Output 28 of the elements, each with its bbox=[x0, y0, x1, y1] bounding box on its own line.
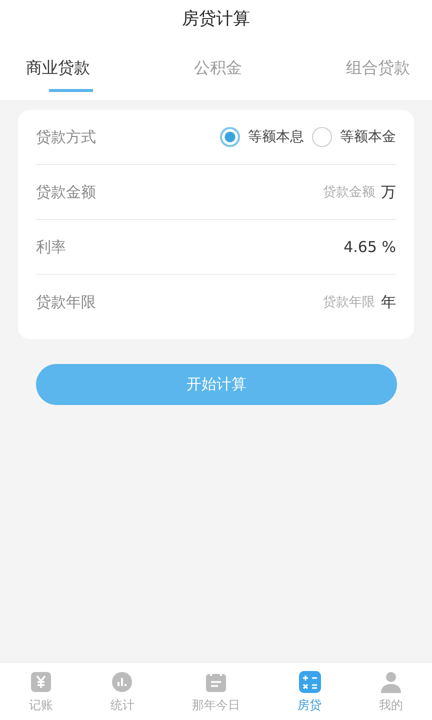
radio-option[interactable]: 等额本金 bbox=[312, 127, 396, 147]
tab[interactable]: 组合贷款 bbox=[340, 52, 416, 92]
nav-item[interactable]: 记账 bbox=[22, 668, 59, 716]
option-label: 等额本金 bbox=[340, 128, 396, 146]
yen-icon bbox=[28, 670, 53, 694]
field-label: 贷款金额 bbox=[36, 182, 96, 202]
tab[interactable]: 公积金 bbox=[188, 52, 248, 92]
calculator-icon bbox=[298, 670, 322, 694]
rate-value: 4.65 % bbox=[344, 238, 396, 256]
person-icon bbox=[379, 670, 404, 694]
radio-icon[interactable] bbox=[220, 127, 240, 147]
radio-icon[interactable] bbox=[312, 127, 332, 147]
calculate-button[interactable]: 开始计算 bbox=[36, 364, 397, 405]
field-label: 利率 bbox=[36, 238, 66, 256]
page-title: 房贷计算 bbox=[182, 8, 250, 31]
option-label: 等额本息 bbox=[248, 128, 304, 146]
chart-icon bbox=[110, 670, 134, 694]
input-field[interactable]: 贷款年限 bbox=[295, 294, 375, 310]
nav-item[interactable]: 我的 bbox=[373, 668, 410, 716]
unit-label: 年 bbox=[381, 292, 396, 312]
input-field[interactable]: 贷款金额 bbox=[295, 184, 375, 200]
unit-label: 万 bbox=[381, 182, 396, 202]
nav-item[interactable]: 房贷 bbox=[292, 668, 328, 716]
nav-item[interactable]: 那年今日 bbox=[186, 668, 246, 716]
nav-item[interactable]: 统计 bbox=[104, 668, 140, 716]
radio-option[interactable]: 等额本息 bbox=[220, 127, 304, 147]
field-label: 贷款方式 bbox=[36, 128, 96, 146]
field-label: 贷款年限 bbox=[36, 292, 96, 312]
